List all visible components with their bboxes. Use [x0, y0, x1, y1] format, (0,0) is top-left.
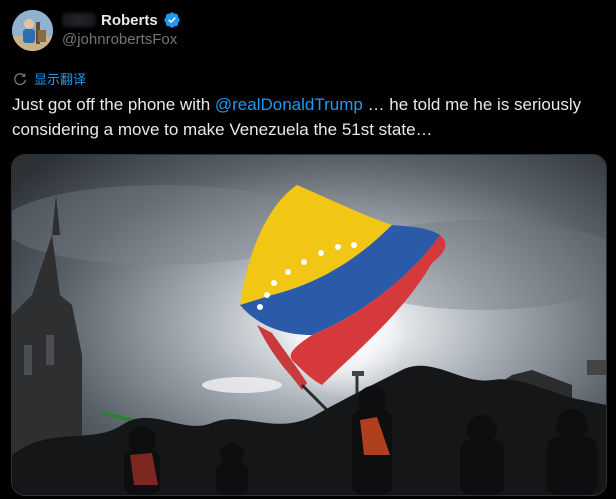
redacted-name-part	[62, 13, 96, 27]
author-display-name[interactable]: Roberts	[101, 12, 158, 29]
avatar[interactable]	[12, 10, 53, 51]
tweet-text: Just got off the phone with @realDonaldT…	[12, 92, 608, 142]
mention-link[interactable]: @realDonaldTrump	[215, 95, 363, 114]
show-translation-label: 显示翻译	[34, 72, 87, 87]
tweet-media-image[interactable]	[11, 154, 607, 496]
verified-badge-icon	[164, 12, 180, 28]
venezuelan-flag-photo	[12, 155, 606, 495]
translate-icon	[14, 72, 26, 85]
tweet-text-before: Just got off the phone with	[12, 95, 215, 114]
author-handle[interactable]: @johnrobertsFox	[62, 31, 177, 48]
show-translation-button[interactable]: 显示翻译	[12, 69, 86, 88]
profile-avatar-icon	[12, 10, 53, 51]
author-name-row[interactable]: Roberts	[62, 9, 181, 31]
